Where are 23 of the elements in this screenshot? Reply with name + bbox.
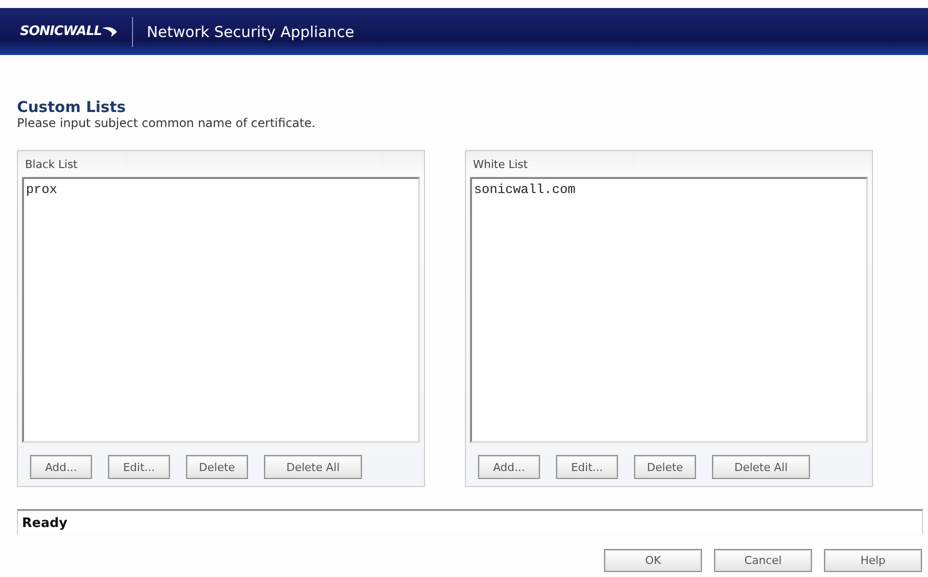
swoosh-icon: [102, 24, 118, 38]
page-heading: Custom Lists: [17, 98, 127, 116]
help-button[interactable]: Help: [824, 549, 922, 572]
edit-button[interactable]: Edit...: [108, 455, 170, 479]
delete-button[interactable]: Delete: [186, 455, 248, 479]
panel-title: Black List: [24, 157, 78, 173]
ok-button[interactable]: OK: [604, 549, 702, 572]
list-box[interactable]: sonicwall.com: [470, 177, 868, 443]
add-button[interactable]: Add...: [30, 455, 92, 479]
add-button[interactable]: Add...: [478, 455, 540, 479]
delete-button[interactable]: Delete: [634, 455, 696, 479]
edit-button[interactable]: Edit...: [556, 455, 618, 479]
list-box[interactable]: prox: [22, 177, 420, 443]
status-text: Ready: [22, 516, 68, 531]
panel-title: White List: [472, 157, 529, 173]
app-title: Network Security Appliance: [146, 22, 354, 40]
delete-all-button[interactable]: Delete All: [264, 455, 362, 479]
cancel-button[interactable]: Cancel: [714, 549, 812, 572]
list-entry[interactable]: sonicwall.com: [474, 182, 576, 197]
list-entry[interactable]: prox: [26, 182, 58, 197]
delete-all-button[interactable]: Delete All: [712, 455, 810, 479]
logo-text: SONICWALL: [20, 24, 102, 39]
page-description: Please input subject common name of certificate.: [17, 116, 316, 130]
